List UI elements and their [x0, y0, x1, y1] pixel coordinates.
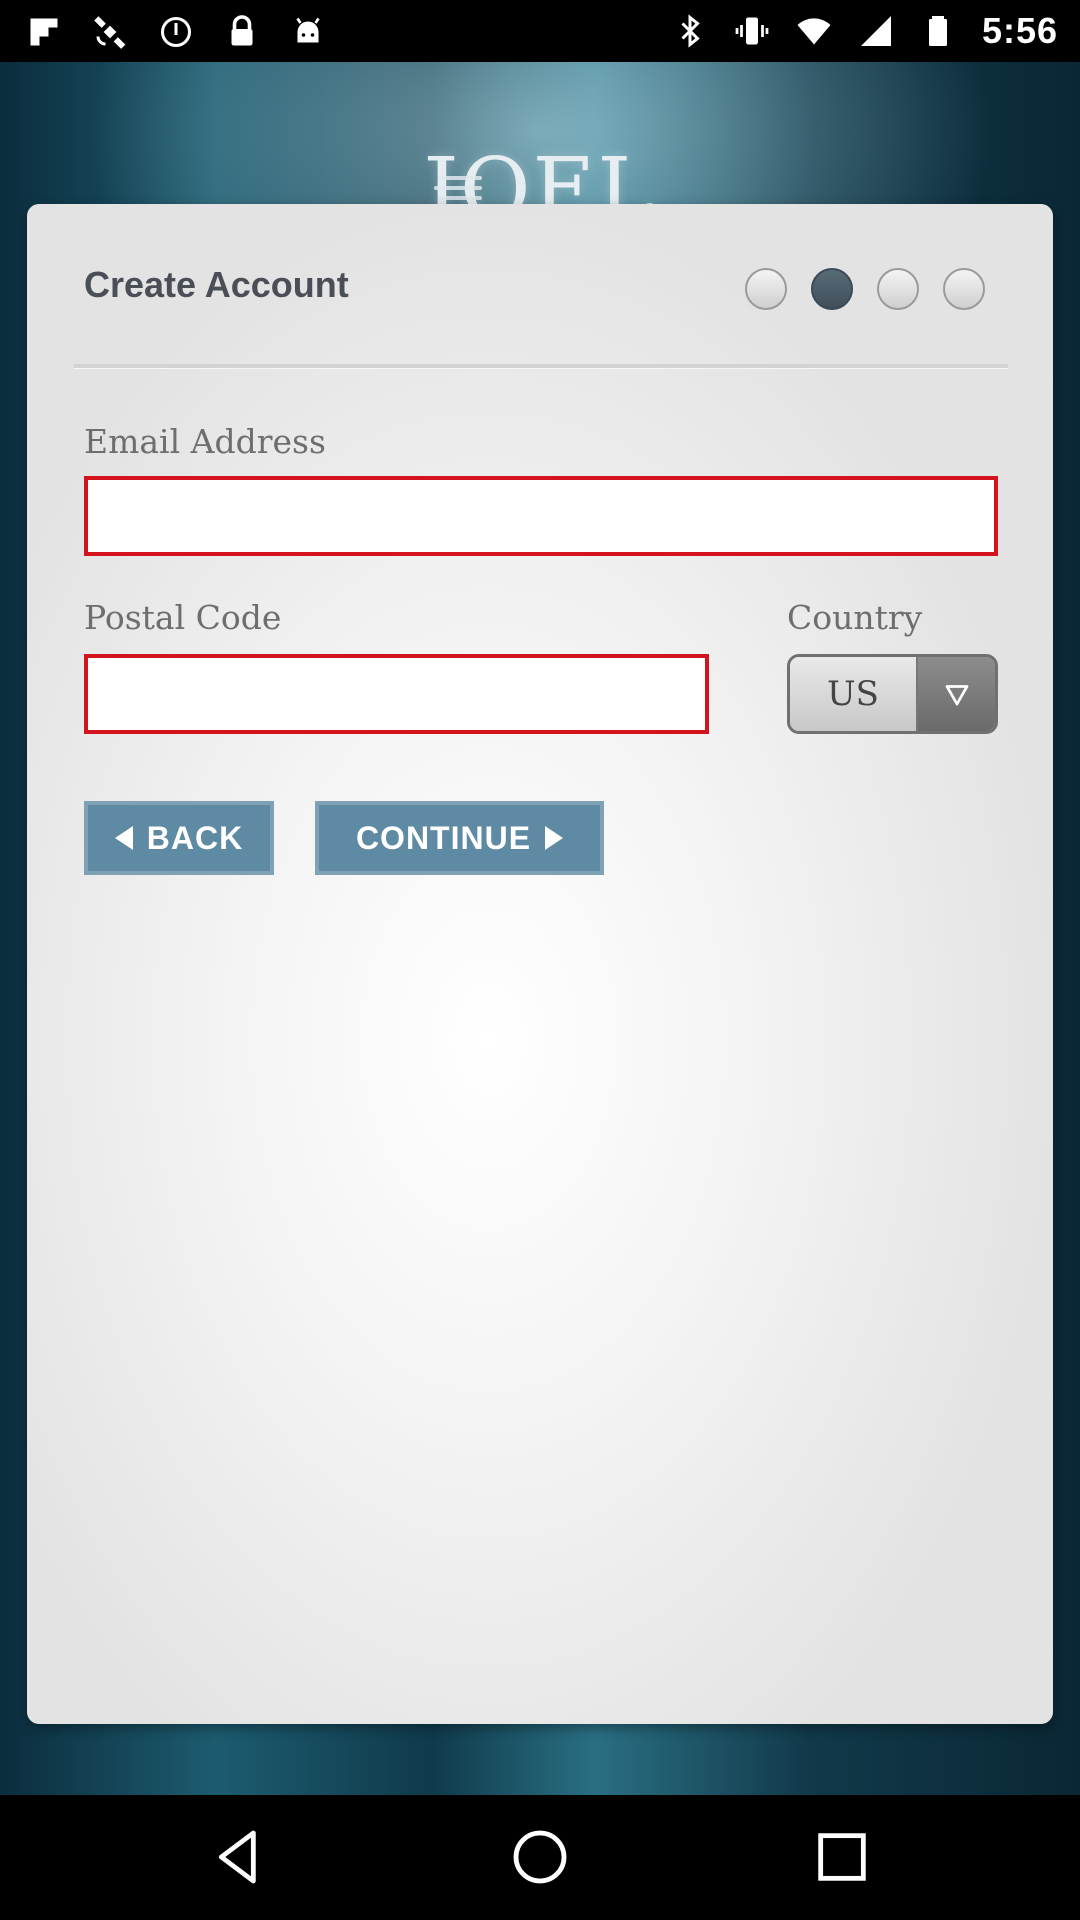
- step-dot-4: [943, 268, 985, 310]
- battery-icon: [920, 13, 956, 49]
- nav-back-icon[interactable]: [208, 1825, 272, 1889]
- country-label: Country: [787, 598, 923, 637]
- country-dropdown[interactable]: US: [787, 654, 998, 734]
- vibrate-icon: [734, 13, 770, 49]
- android-icon: [290, 14, 326, 50]
- back-button[interactable]: BACK: [84, 801, 274, 875]
- lock-icon: [224, 14, 260, 50]
- step-dot-3: [877, 268, 919, 310]
- title-divider: [74, 364, 1008, 369]
- alarm-icon: [158, 14, 194, 50]
- email-field[interactable]: [84, 476, 998, 556]
- step-dot-2-active: [811, 268, 853, 310]
- flipboard-icon: [26, 14, 62, 50]
- arrow-right-icon: [545, 826, 564, 850]
- back-button-label: BACK: [146, 819, 244, 856]
- status-bar: 5:56: [0, 0, 1080, 62]
- step-dot-1: [745, 268, 787, 310]
- step-indicator: [745, 268, 985, 310]
- country-selected-value: US: [790, 657, 918, 731]
- signal-icon: [858, 13, 894, 49]
- postal-code-label: Postal Code: [84, 598, 282, 637]
- arrow-left-icon: [114, 826, 133, 850]
- wifi-icon: [796, 13, 832, 49]
- create-account-card: Create Account Email Address Postal Code…: [27, 204, 1053, 1724]
- email-label: Email Address: [84, 422, 326, 461]
- navigation-bar: [0, 1795, 1080, 1920]
- status-time: 5:56: [981, 10, 1058, 51]
- postal-code-field[interactable]: [84, 654, 709, 734]
- continue-button[interactable]: CONTINUE: [315, 801, 604, 875]
- page-title: Create Account: [84, 264, 349, 305]
- continue-button-label: CONTINUE: [355, 819, 532, 856]
- chevron-down-icon: [918, 657, 995, 731]
- satellite-icon: [92, 14, 128, 50]
- nav-recents-icon[interactable]: [810, 1825, 874, 1889]
- bluetooth-icon: [672, 13, 708, 49]
- nav-home-icon[interactable]: [508, 1825, 572, 1889]
